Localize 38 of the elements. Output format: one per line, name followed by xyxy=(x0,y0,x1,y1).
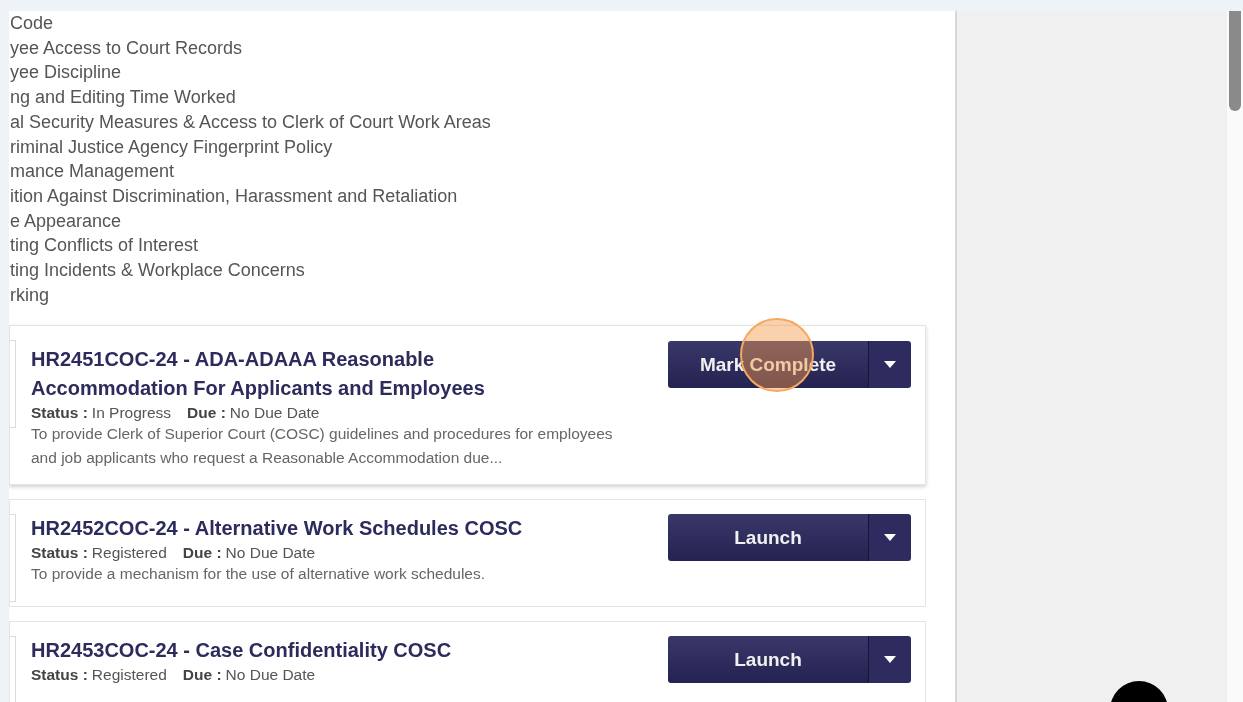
status-value: In Progress xyxy=(91,403,172,423)
policy-link[interactable]: yee Access to Court Records xyxy=(10,35,955,61)
policy-link[interactable]: ting Incidents & Workplace Concerns xyxy=(10,258,955,283)
caret-icon xyxy=(884,361,896,369)
policy-link[interactable]: ition Against Discrimination, Harassment and Retaliation xyxy=(10,183,955,209)
caret-icon xyxy=(884,534,896,542)
status-value: Registered xyxy=(91,665,167,685)
action-button[interactable]: Launch xyxy=(668,514,869,562)
due-value: No Due Date xyxy=(225,665,316,685)
policy-link[interactable]: ng and Editing Time Worked xyxy=(10,85,955,110)
dropdown-button[interactable] xyxy=(869,341,911,389)
status-label: Status : xyxy=(31,543,88,563)
status-label: Status : xyxy=(31,665,88,685)
policy-link[interactable]: mance Management xyxy=(10,159,955,184)
scrollbar-thumb[interactable] xyxy=(1229,11,1241,111)
due-label: Due : xyxy=(187,403,226,423)
status-label: Status : xyxy=(31,403,88,423)
course-title[interactable]: HR2452COC-24 - Alternative Work Schedules COSC xyxy=(31,514,571,544)
due-value: No Due Date xyxy=(225,543,316,563)
policy-link[interactable]: yee Discipline xyxy=(10,60,955,86)
due-label: Due : xyxy=(182,665,222,685)
policy-link[interactable]: riminal Justice Agency Fingerprint Policy xyxy=(10,134,955,160)
course-title[interactable]: HR2451COC-24 - ADA-ADAAA Reasonable Accommodation For Applicants and Employees xyxy=(31,345,571,404)
policy-link[interactable]: al Security Measures & Access to Clerk of Court Work Areas xyxy=(10,109,955,135)
course-title[interactable]: HR2453COC-24 - Case Confidentiality COSC xyxy=(31,636,571,666)
due-value: No Due Date xyxy=(229,403,320,423)
dropdown-button[interactable] xyxy=(869,514,911,562)
status-value: Registered xyxy=(91,543,167,563)
dropdown-button[interactable] xyxy=(869,636,911,684)
policy-link[interactable]: rking xyxy=(10,282,955,308)
policy-link[interactable]: Code xyxy=(10,11,955,36)
caret-icon xyxy=(884,656,896,664)
course-description: To provide Clerk of Superior Court (COSC) guidelines and procedures for employees and job applicants who request a Reasonable Accommodation due... xyxy=(31,424,614,469)
course-description: To provide a mechanism for the use of alternative work schedules. xyxy=(31,564,487,585)
policy-link[interactable]: ting Conflicts of Interest xyxy=(10,233,955,259)
action-button[interactable]: Launch xyxy=(668,636,869,684)
due-label: Due : xyxy=(182,543,222,563)
policy-link[interactable]: e Appearance xyxy=(10,208,955,234)
